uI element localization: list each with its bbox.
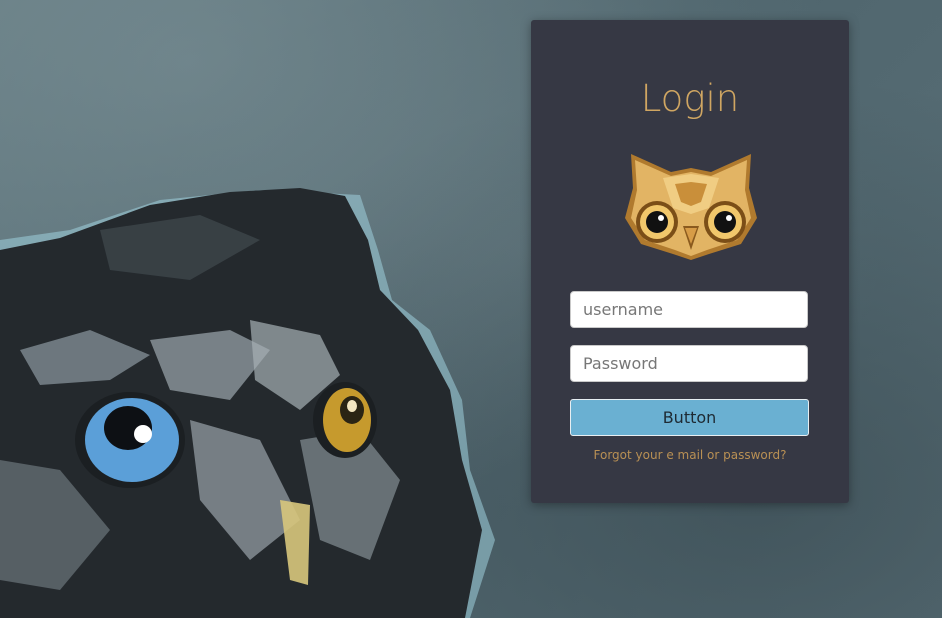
password-input[interactable] [570, 345, 808, 382]
owl-icon [625, 154, 757, 260]
forgot-password-link[interactable]: Forgot your e mail or password? [531, 448, 849, 462]
login-button[interactable]: Button [570, 399, 809, 436]
username-input[interactable] [570, 291, 808, 328]
login-card: Login Button Forgot your e mail or passw… [531, 20, 849, 503]
login-title: Login [640, 77, 740, 120]
